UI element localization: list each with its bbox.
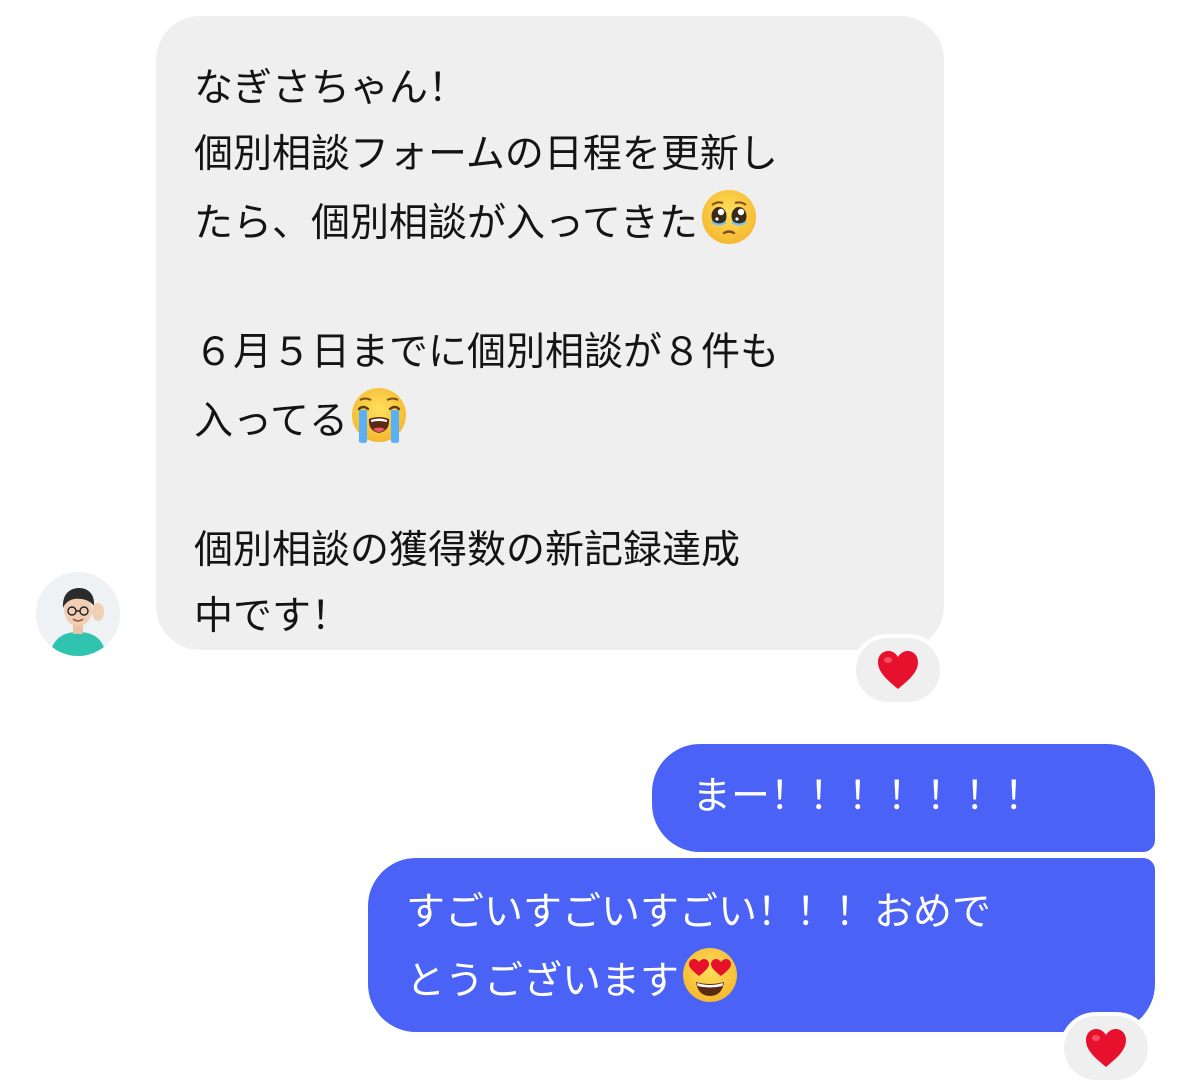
message-line (194, 452, 920, 518)
chat-thread: なぎさちゃん！ 個別相談フォームの日程を更新し たら、個別相談が入ってきた ６月… (0, 0, 1179, 1084)
avatar-image (36, 572, 120, 656)
message-line (194, 254, 920, 320)
message-line: 入ってる (194, 386, 920, 452)
message-line: 個別相談の獲得数の新記録達成 (194, 528, 741, 573)
heart-icon (1086, 1029, 1126, 1067)
loudly-crying-face-emoji (350, 386, 408, 444)
heart-reaction[interactable] (852, 634, 944, 706)
outgoing-message-bubble[interactable]: まー！！！！！！！ (652, 744, 1155, 852)
sender-avatar[interactable] (36, 572, 120, 656)
message-line: たら、個別相談が入ってきた (194, 188, 920, 254)
heart-icon (878, 651, 918, 689)
message-line: 中です！ (194, 594, 351, 639)
message-line: とうございます (406, 946, 1155, 1012)
message-line: なぎさちゃん！ (194, 66, 468, 111)
incoming-message-bubble[interactable]: なぎさちゃん！ 個別相談フォームの日程を更新し たら、個別相談が入ってきた ６月… (156, 16, 944, 650)
message-line: 個別相談フォームの日程を更新し (194, 132, 778, 177)
heart-reaction[interactable] (1060, 1012, 1152, 1084)
message-line-text: とうございます (406, 959, 680, 1004)
message-line-text: たら、個別相談が入ってきた (194, 201, 698, 246)
pleading-face-emoji (700, 188, 758, 246)
message-line: まー！！！！！！！ (692, 774, 1044, 819)
message-line: すごいすごいすごい！！！おめで (406, 890, 992, 935)
outgoing-message-bubble[interactable]: すごいすごいすごい！！！おめで とうございます (368, 858, 1155, 1032)
message-line-text: 入ってる (194, 399, 349, 444)
heart-eyes-emoji (681, 946, 739, 1004)
message-line: ６月５日までに個別相談が８件も (194, 330, 780, 375)
